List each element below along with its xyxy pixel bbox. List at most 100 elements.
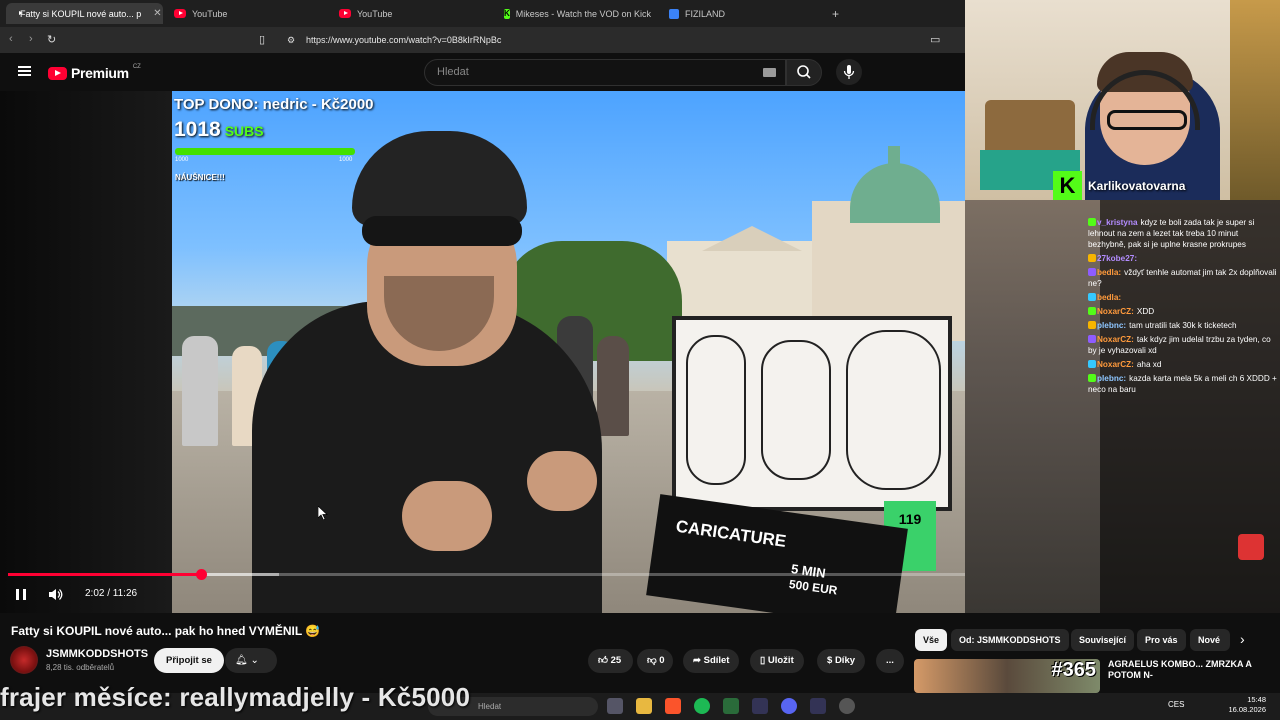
tab-kick[interactable]: K Mikeses - Watch the VOD on Kick <box>496 3 656 24</box>
tab-youtube-1[interactable]: YouTube <box>166 3 326 24</box>
tab-label: FIZILAND <box>685 8 726 19</box>
forward-icon[interactable]: › <box>29 33 33 45</box>
subs-label: SUBS <box>224 123 264 139</box>
scrubber-knob[interactable] <box>195 569 207 580</box>
more-actions-button[interactable]: ... <box>876 649 904 673</box>
chat-username[interactable]: NoxarCZ: <box>1097 360 1134 369</box>
chat-badge-icon <box>1088 218 1096 226</box>
filter-chip-new[interactable]: Nové <box>1190 629 1230 651</box>
save-button[interactable]: ▯ Uložit <box>750 649 804 673</box>
chat-username[interactable]: plebnc: <box>1097 321 1126 330</box>
chat-username[interactable]: v_kristyna <box>1097 218 1138 227</box>
close-icon[interactable]: ✕ <box>153 8 161 19</box>
file-explorer-icon[interactable] <box>636 698 652 714</box>
search-input[interactable]: Hledat <box>424 59 786 86</box>
chat-message: plebnc: kazda karta mela 5k a meli ch 6 X… <box>1088 373 1278 395</box>
keyboard-icon[interactable] <box>763 68 776 77</box>
thanks-label: Díky <box>834 655 856 666</box>
share-button[interactable]: ➦ Sdílet <box>683 649 740 673</box>
channel-name[interactable]: JSMMKODDSHOTS <box>46 648 148 660</box>
chat-username[interactable]: plebnc: <box>1097 374 1126 383</box>
stream-channel-name: Karlikovatovarna <box>1088 178 1186 193</box>
chat-messages: v_kristyna kdyz te boli zada tak je super… <box>1088 217 1278 398</box>
share-icon: ➦ <box>693 655 701 666</box>
chat-message: NoxarCZ: tak kdyz jim udelal trzbu za tyd… <box>1088 334 1278 356</box>
discord-icon[interactable] <box>781 698 797 714</box>
filter-chip-all[interactable]: Vše <box>915 629 948 651</box>
sunglasses <box>362 216 522 246</box>
hand <box>527 451 597 511</box>
join-button[interactable]: Připojit se <box>154 648 224 673</box>
notification-button[interactable]: 🔔︎ ⌄ <box>225 648 277 673</box>
voice-search-button[interactable] <box>836 59 862 85</box>
chat-badge-icon <box>1088 374 1096 382</box>
chat-message: bedla: <box>1088 292 1278 303</box>
bookmark-icon[interactable]: ▯ <box>259 33 265 46</box>
dislike-button[interactable]: 👎︎ 0 <box>637 649 673 673</box>
chat-username[interactable]: bedla: <box>1097 293 1121 302</box>
video-info: Fatty si KOUPIL nové auto... pak ho hned… <box>0 613 1280 693</box>
chat-username[interactable]: bedla: <box>1097 268 1121 277</box>
menu-icon[interactable] <box>18 66 31 76</box>
window-curtain <box>1230 0 1280 200</box>
language-indicator[interactable]: CES <box>1168 700 1184 709</box>
chat-message: NoxarCZ: XDD <box>1088 306 1278 317</box>
video-frame[interactable]: 119 CARICATURE 5 MIN 500 EUR <box>172 91 1100 613</box>
suggested-title[interactable]: AGRAELUS KOMBO... ZMRZKA A POTOM N- <box>1108 659 1258 681</box>
reload-icon[interactable]: ↻ <box>47 33 56 46</box>
tab-label: YouTube <box>357 8 393 19</box>
tab-active-video[interactable]: Fatty si KOUPIL nové auto... p ✕ <box>6 3 163 24</box>
chat-badge-icon <box>1088 321 1096 329</box>
volume-icon[interactable] <box>48 588 64 601</box>
subs-goal-max: 1000 <box>339 157 353 163</box>
chat-username[interactable]: NoxarCZ: <box>1097 335 1134 344</box>
progress-bar[interactable] <box>8 569 1092 580</box>
browser-tab-strip: Fatty si KOUPIL nové auto... p ✕ YouTube… <box>0 0 965 27</box>
filter-chip-related[interactable]: Související <box>1071 629 1135 651</box>
spotify-icon[interactable] <box>694 698 710 714</box>
url-field[interactable]: https://www.youtube.com/watch?v=0B8kIrRN… <box>282 32 942 49</box>
task-view-icon[interactable] <box>607 698 623 714</box>
overlay-note: NÁUŠNICE!!! <box>175 173 225 182</box>
chat-text: tam utratili tak 30k k ticketech <box>1129 321 1237 330</box>
app-icon[interactable] <box>752 698 768 714</box>
search-button[interactable] <box>786 59 822 86</box>
filter-chip-for-you[interactable]: Pro vás <box>1137 629 1186 651</box>
app-icon[interactable] <box>839 698 855 714</box>
youtube-play-icon <box>48 66 67 80</box>
chat-username[interactable]: NoxarCZ: <box>1097 307 1134 316</box>
played-bar <box>8 573 201 576</box>
app-icon[interactable] <box>810 698 826 714</box>
chat-username[interactable]: 27kobe27: <box>1097 254 1137 263</box>
kick-logo-icon: K <box>1053 171 1082 200</box>
thanks-button[interactable]: $ Díky <box>817 649 866 673</box>
filter-chip-channel[interactable]: Od: JSMMKODDSHOTS <box>951 629 1069 651</box>
pause-icon[interactable] <box>16 589 26 600</box>
app-icon[interactable] <box>723 698 739 714</box>
youtube-logo[interactable]: Premium CZ <box>48 64 141 81</box>
region-code: CZ <box>132 64 141 70</box>
thanks-icon: $ <box>827 655 833 666</box>
youtube-favicon-icon <box>339 9 351 18</box>
hand <box>402 481 492 551</box>
tab-youtube-2[interactable]: YouTube <box>331 3 491 24</box>
tourist <box>597 336 629 436</box>
chat-message: plebnc: tam utratili tak 30k k ticketech <box>1088 320 1278 331</box>
suggested-thumbnail[interactable]: #365 <box>914 659 1100 693</box>
chat-badge-icon <box>1088 335 1096 343</box>
video-player[interactable]: 119 CARICATURE 5 MIN 500 EUR TOP DONO: n… <box>0 91 1100 613</box>
brave-browser-icon[interactable] <box>665 698 681 714</box>
chat-text: XDD <box>1136 307 1155 316</box>
cast-icon[interactable]: ▭ <box>930 33 940 46</box>
tab-fiziland[interactable]: FIZILAND <box>661 3 821 24</box>
subscriber-count: 8,28 tis. odběratelů <box>46 663 115 672</box>
system-clock[interactable]: 15:48 16.08.2026 <box>1228 695 1266 715</box>
address-bar-row: ‹ › ↻ ▯ ⚙ https://www.youtube.com/watch?… <box>0 27 965 53</box>
chevron-right-icon[interactable]: › <box>1240 631 1245 647</box>
channel-avatar[interactable] <box>10 646 38 674</box>
new-tab-button[interactable]: + <box>824 3 847 24</box>
time-display: 2:02 / 11:26 <box>85 588 138 599</box>
mic-icon <box>843 65 855 79</box>
like-button[interactable]: 👍︎ 25 <box>588 649 633 673</box>
back-icon[interactable]: ‹ <box>9 33 13 45</box>
